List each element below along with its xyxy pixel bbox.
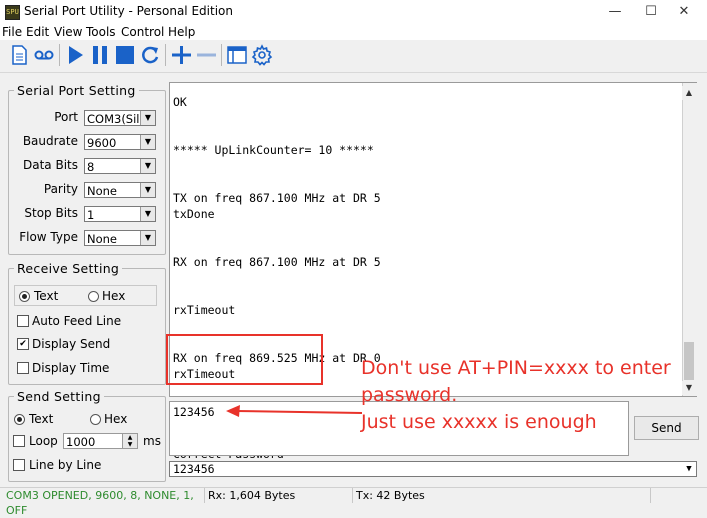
chevron-down-icon: ▼ xyxy=(140,159,155,173)
window-title: Serial Port Utility - Personal Edition xyxy=(24,4,233,18)
remove-icon[interactable] xyxy=(195,44,217,66)
refresh-icon[interactable] xyxy=(139,44,161,66)
send-setting-title: Send Setting xyxy=(14,389,104,404)
flow-type-label: Flow Type xyxy=(19,230,78,244)
send-hex-radio[interactable] xyxy=(90,414,101,425)
close-button[interactable]: ✕ xyxy=(661,0,707,24)
toolbar-separator xyxy=(165,44,166,66)
add-icon[interactable] xyxy=(170,44,192,66)
scroll-up-icon[interactable]: ▲ xyxy=(682,86,696,100)
receive-hex-radio[interactable] xyxy=(88,291,99,302)
app-icon: SPU xyxy=(5,5,20,20)
send-history-select[interactable]: 123456 ▼ xyxy=(169,461,697,477)
status-empty xyxy=(650,489,706,502)
line-by-line-label: Line by Line xyxy=(29,458,102,472)
spinner-arrows-icon[interactable]: ▲ ▼ xyxy=(122,434,137,448)
chevron-down-icon: ▼ xyxy=(682,462,696,476)
toolbar-separator xyxy=(59,44,60,66)
flow-type-value: None xyxy=(87,232,118,246)
chevron-down-icon: ▼ xyxy=(140,231,155,245)
status-port: COM3 OPENED, 9600, 8, NONE, 1, OFF xyxy=(2,488,205,517)
data-bits-label: Data Bits xyxy=(23,158,78,172)
chevron-down-icon: ▼ xyxy=(140,111,155,125)
receive-hex-label: Hex xyxy=(102,289,126,303)
send-history-value: 123456 xyxy=(173,462,215,476)
display-time-label: Display Time xyxy=(32,361,110,375)
stop-bits-label: Stop Bits xyxy=(24,206,78,220)
receive-text-radio[interactable] xyxy=(19,291,30,302)
gear-icon[interactable] xyxy=(251,44,273,66)
annotation-text: Don't use AT+PIN=xxxx to enter password.… xyxy=(361,357,671,433)
menu-file[interactable]: File xyxy=(2,25,22,39)
pause-icon[interactable] xyxy=(89,44,111,66)
line-by-line-checkbox[interactable] xyxy=(13,459,25,471)
stop-bits-value: 1 xyxy=(87,208,95,222)
chevron-down-icon: ▼ xyxy=(140,135,155,149)
auto-feed-line-label: Auto Feed Line xyxy=(32,314,122,328)
auto-feed-line-checkbox[interactable] xyxy=(17,315,29,327)
menu-control[interactable]: Control xyxy=(121,25,164,39)
display-send-label: Display Send xyxy=(32,337,111,351)
send-input-value: 123456 xyxy=(173,405,215,419)
parity-value: None xyxy=(87,184,118,198)
menu-edit[interactable]: Edit xyxy=(26,25,49,39)
annotation-arrow xyxy=(226,405,363,417)
port-label: Port xyxy=(54,110,78,124)
scroll-thumb[interactable] xyxy=(684,342,694,380)
menu-tools[interactable]: Tools xyxy=(86,25,116,39)
data-bits-select[interactable]: 8 ▼ xyxy=(84,158,156,174)
data-bits-value: 8 xyxy=(87,160,95,174)
menu-help[interactable]: Help xyxy=(168,25,195,39)
display-send-checkbox[interactable]: ✔ xyxy=(17,338,29,350)
display-time-checkbox[interactable] xyxy=(17,362,29,374)
baudrate-select[interactable]: 9600 ▼ xyxy=(84,134,156,150)
loop-unit-label: ms xyxy=(143,434,161,448)
loop-checkbox[interactable] xyxy=(13,435,25,447)
loop-interval-spinner[interactable]: 1000 ▲ ▼ xyxy=(63,433,138,449)
stop-icon[interactable] xyxy=(114,44,136,66)
flow-type-select[interactable]: None ▼ xyxy=(84,230,156,246)
document-icon[interactable] xyxy=(8,44,30,66)
receive-setting-title: Receive Setting xyxy=(14,261,123,276)
annotation-highlight-box xyxy=(166,334,323,385)
chevron-down-icon: ▼ xyxy=(140,183,155,197)
port-select[interactable]: COM3(Sil ▼ xyxy=(84,110,156,126)
toolbar-separator xyxy=(221,44,222,66)
stop-bits-select[interactable]: 1 ▼ xyxy=(84,206,156,222)
chevron-down-icon: ▼ xyxy=(140,207,155,221)
menu-view[interactable]: View xyxy=(54,25,82,39)
parity-select[interactable]: None ▼ xyxy=(84,182,156,198)
play-icon[interactable] xyxy=(64,44,86,66)
baudrate-value: 9600 xyxy=(87,136,117,150)
scroll-down-icon[interactable]: ▼ xyxy=(682,381,696,395)
window-icon[interactable] xyxy=(226,44,248,66)
status-rx: Rx: 1,604 Bytes xyxy=(204,488,353,503)
loop-interval-value: 1000 xyxy=(66,435,96,449)
receive-text-label: Text xyxy=(34,289,59,303)
baudrate-label: Baudrate xyxy=(22,134,78,148)
serial-port-setting-title: Serial Port Setting xyxy=(14,83,139,98)
send-hex-label: Hex xyxy=(104,412,128,426)
record-icon[interactable] xyxy=(33,44,55,66)
send-text-label: Text xyxy=(29,412,54,426)
port-value: COM3(Sil xyxy=(87,112,140,126)
parity-label: Parity xyxy=(43,182,78,196)
status-tx: Tx: 42 Bytes xyxy=(352,488,651,503)
loop-label: Loop xyxy=(29,434,58,448)
send-text-radio[interactable] xyxy=(14,414,25,425)
